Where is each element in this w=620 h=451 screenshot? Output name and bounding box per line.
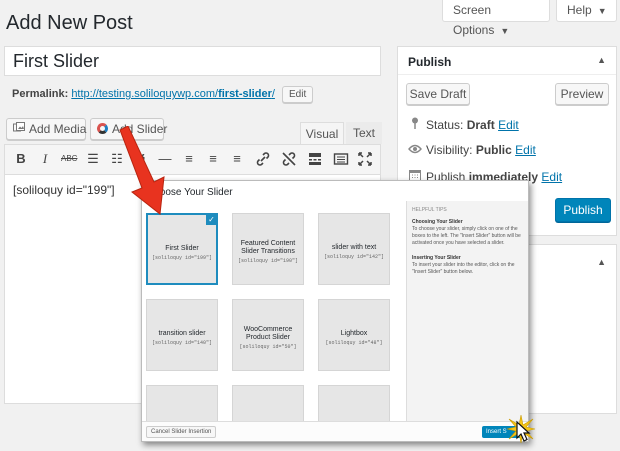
visibility-edit-link[interactable]: Edit bbox=[515, 143, 536, 157]
slider-tile-code: [soliloquy id="142"] bbox=[323, 254, 384, 260]
strikethrough-icon[interactable]: ABC bbox=[61, 151, 77, 167]
permalink-slug: first-slider bbox=[218, 88, 272, 100]
choosing-text: To choose your slider, simply click on o… bbox=[412, 226, 521, 246]
media-icon bbox=[13, 119, 25, 139]
inserting-text: To insert your slider into the editor, c… bbox=[412, 262, 515, 275]
inserting-heading: Inserting Your Slider bbox=[412, 255, 461, 261]
slider-tile-name: WooCommerce Product Slider [soliloquy id=… bbox=[235, 326, 301, 351]
save-draft-button[interactable]: Save Draft bbox=[406, 83, 470, 105]
publish-date-edit-link[interactable]: Edit bbox=[541, 170, 562, 184]
publish-box-title: Publish bbox=[408, 55, 452, 69]
insert-link-icon[interactable] bbox=[255, 151, 271, 167]
slider-tile-first-slider[interactable]: ✓ First Slider [soliloquy id="199"] bbox=[146, 213, 218, 285]
italic-icon[interactable]: I bbox=[37, 151, 53, 167]
status-row: Status: Draft Edit bbox=[408, 117, 519, 132]
choose-slider-modal: Choose Your Slider ✓ First Slider [solilo… bbox=[141, 180, 529, 442]
visibility-value: Public bbox=[475, 143, 512, 157]
permalink-label: Permalink: bbox=[12, 88, 69, 100]
collapse-arrow-icon[interactable]: ▲ bbox=[597, 55, 606, 65]
eye-icon bbox=[408, 143, 422, 157]
permalink-edit-button[interactable]: Edit bbox=[281, 86, 314, 103]
editor-content[interactable]: [soliloquy id="199"] bbox=[13, 183, 115, 197]
status-label: Status: bbox=[426, 118, 464, 132]
cancel-slider-insertion-button[interactable]: Cancel Slider Insertion bbox=[146, 426, 217, 438]
help-label: Help bbox=[567, 3, 592, 17]
post-title-input[interactable]: First Slider bbox=[4, 46, 381, 76]
slider-tile-name: transition slider [soliloquy id="140"] bbox=[149, 330, 215, 347]
visibility-label: Visibility: bbox=[426, 143, 473, 157]
screen-options-tab[interactable]: Screen Options ▼ bbox=[442, 0, 550, 37]
permalink-tail: / bbox=[271, 88, 275, 100]
slider-tile-featured-content[interactable]: Featured Content Slider Transitions [soli… bbox=[232, 213, 304, 285]
add-media-button[interactable]: Add Media bbox=[6, 118, 86, 140]
remove-link-icon[interactable] bbox=[281, 151, 297, 167]
align-center-icon[interactable]: ≡ bbox=[205, 151, 221, 167]
toolbar-toggle-icon[interactable] bbox=[333, 151, 349, 167]
caret-down-icon: ▼ bbox=[597, 6, 607, 16]
slider-tile-lightbox[interactable]: Lightbox [soliloquy id="48"] bbox=[318, 299, 390, 371]
publish-button[interactable]: Publish bbox=[555, 198, 611, 222]
red-arrow-annotation bbox=[119, 126, 165, 215]
choosing-heading: Choosing Your Slider bbox=[412, 219, 463, 225]
preview-button[interactable]: Preview bbox=[555, 83, 609, 105]
add-media-label: Add Media bbox=[29, 122, 87, 136]
slider-tile-name: Featured Content Slider Transitions [soli… bbox=[235, 240, 301, 265]
visibility-row: Visibility: Public Edit bbox=[408, 143, 536, 157]
fullscreen-icon[interactable] bbox=[357, 151, 373, 167]
tab-text[interactable]: Text bbox=[346, 122, 382, 144]
permalink-row: Permalink: http://testing.soliloquywp.co… bbox=[12, 86, 314, 103]
tab-visual[interactable]: Visual bbox=[300, 122, 344, 144]
modal-footer: Cancel Slider Insertion Insert S bbox=[142, 421, 528, 441]
screen-options-label: Screen Options bbox=[453, 3, 495, 37]
permalink-link[interactable]: http://testing.soliloquywp.com/first-sli… bbox=[71, 88, 275, 100]
soliloquy-logo-icon bbox=[97, 123, 108, 134]
page-title: Add New Post bbox=[6, 12, 133, 34]
check-icon: ✓ bbox=[206, 214, 217, 225]
pin-icon bbox=[408, 117, 422, 132]
align-right-icon[interactable]: ≡ bbox=[229, 151, 245, 167]
permalink-base: http://testing.soliloquywp.com/ bbox=[71, 88, 219, 100]
align-left-icon[interactable]: ≡ bbox=[181, 151, 197, 167]
collapse-arrow-icon[interactable]: ▲ bbox=[597, 257, 606, 267]
slider-tile-code: [soliloquy id="48"] bbox=[325, 340, 383, 346]
slider-tile-slider-with-text[interactable]: slider with text [soliloquy id="142"] bbox=[318, 213, 390, 285]
helpful-tips-sidebar: HELPFUL TIPS Choosing Your Slider To cho… bbox=[406, 201, 528, 421]
status-value: Draft bbox=[466, 118, 495, 132]
slider-tile-transition-slider[interactable]: transition slider [soliloquy id="140"] bbox=[146, 299, 218, 371]
tips-heading: HELPFUL TIPS bbox=[412, 207, 447, 213]
slider-tile-code: [soliloquy id="50"] bbox=[239, 344, 297, 350]
read-more-icon[interactable] bbox=[307, 151, 323, 167]
bulleted-list-icon[interactable]: ☰ bbox=[85, 151, 101, 167]
status-edit-link[interactable]: Edit bbox=[498, 118, 519, 132]
editor-toolbar: B I ABC ☰ ☷ “ — ≡ ≡ ≡ bbox=[5, 145, 380, 175]
slider-tile-code: [soliloquy id="190"] bbox=[237, 258, 298, 264]
slider-tile-code: [soliloquy id="140"] bbox=[151, 340, 212, 346]
slider-tile-name: First Slider [soliloquy id="199"] bbox=[151, 245, 212, 261]
slider-tile-code: [soliloquy id="199"] bbox=[151, 255, 212, 261]
slider-tile-name: slider with text [soliloquy id="142"] bbox=[321, 244, 387, 261]
slider-tile-name: Lightbox [soliloquy id="48"] bbox=[321, 330, 387, 347]
bold-icon[interactable]: B bbox=[13, 151, 29, 167]
click-cursor-icon bbox=[506, 414, 536, 444]
caret-down-icon: ▼ bbox=[500, 26, 510, 36]
slider-tile-woocommerce[interactable]: WooCommerce Product Slider [soliloquy id=… bbox=[232, 299, 304, 371]
help-tab[interactable]: Help ▼ bbox=[556, 0, 617, 22]
publish-box-header[interactable]: Publish ▲ bbox=[398, 47, 616, 75]
